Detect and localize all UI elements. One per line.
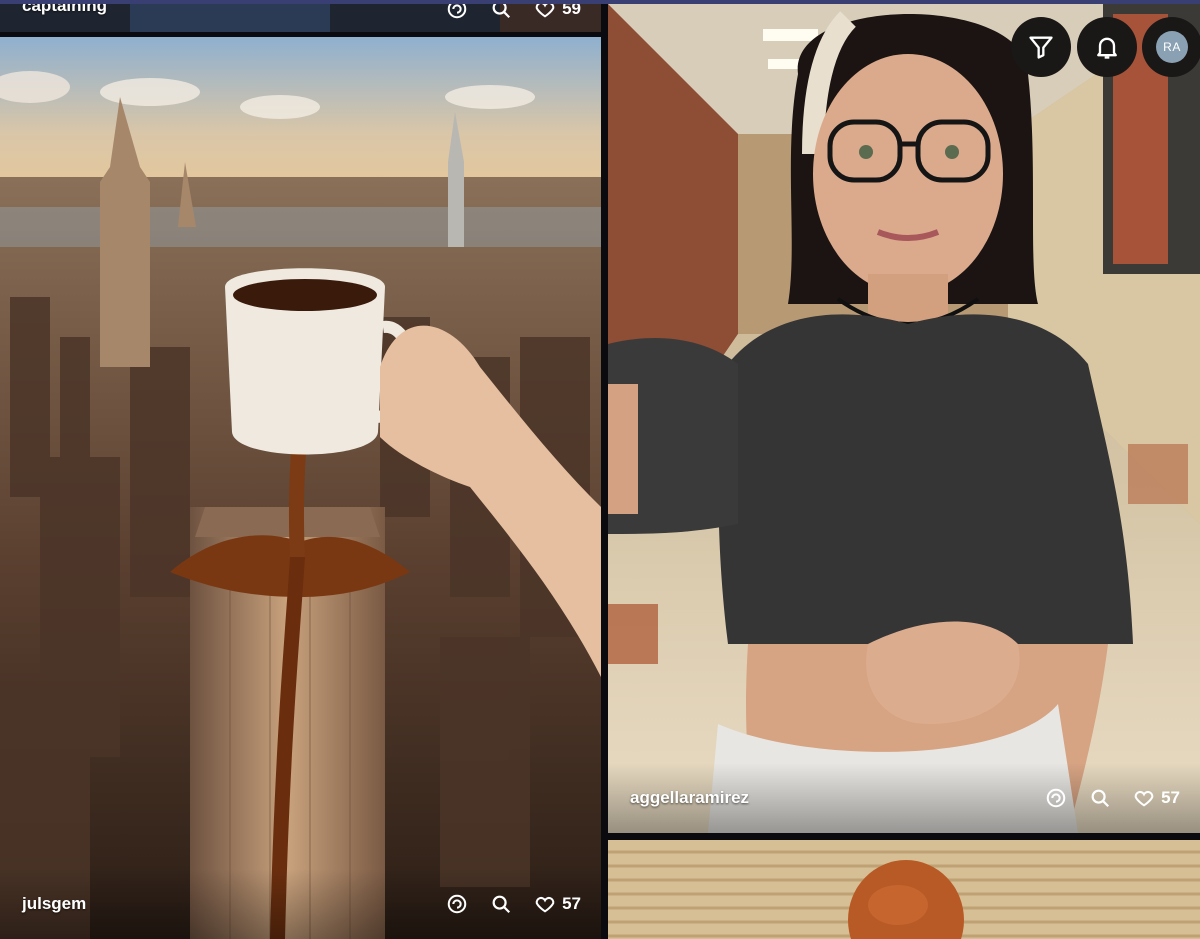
like-count: 59 bbox=[562, 4, 581, 18]
remix-button[interactable] bbox=[446, 893, 468, 915]
post-actions: 59 bbox=[446, 4, 581, 20]
post-image bbox=[608, 4, 1200, 833]
search-icon bbox=[492, 4, 511, 19]
user-avatar-button[interactable]: RA bbox=[1142, 17, 1200, 77]
avatar-initials: RA bbox=[1163, 40, 1181, 54]
like-count: 57 bbox=[1161, 788, 1180, 807]
search-button[interactable] bbox=[490, 893, 512, 915]
notifications-button[interactable] bbox=[1077, 17, 1137, 77]
post-actions: 57 bbox=[1045, 787, 1180, 809]
avatar: RA bbox=[1156, 31, 1188, 63]
like-button[interactable]: 57 bbox=[1133, 787, 1180, 809]
remix-icon bbox=[447, 4, 467, 19]
filter-icon bbox=[1029, 36, 1053, 59]
post-image bbox=[608, 840, 1200, 939]
remix-button[interactable] bbox=[1045, 787, 1067, 809]
username[interactable]: captaining bbox=[22, 4, 107, 16]
search-button[interactable] bbox=[490, 4, 512, 20]
heart-icon bbox=[535, 896, 555, 913]
bell-icon bbox=[1097, 37, 1117, 59]
like-button[interactable]: 59 bbox=[534, 4, 581, 20]
search-icon bbox=[1091, 789, 1110, 808]
remix-icon bbox=[447, 894, 467, 914]
post-footer: aggellaramirez 57 bbox=[608, 763, 1200, 833]
search-button[interactable] bbox=[1089, 787, 1111, 809]
like-count: 57 bbox=[562, 894, 581, 913]
post-card-top-partial[interactable]: captaining 59 bbox=[0, 4, 601, 32]
search-icon bbox=[492, 895, 511, 914]
filter-button[interactable] bbox=[1011, 17, 1071, 77]
post-card-bottom-partial[interactable] bbox=[608, 840, 1200, 939]
post-card-aggellaramirez[interactable]: aggellaramirez 57 bbox=[608, 4, 1200, 833]
remix-button[interactable] bbox=[446, 4, 468, 20]
remix-icon bbox=[1046, 788, 1066, 808]
post-card-julsgem[interactable]: julsgem 57 bbox=[0, 37, 601, 939]
username[interactable]: aggellaramirez bbox=[630, 788, 749, 808]
post-actions: 57 bbox=[446, 893, 581, 915]
post-footer: julsgem 57 bbox=[0, 869, 601, 939]
heart-icon bbox=[1134, 790, 1154, 807]
heart-icon bbox=[535, 4, 555, 18]
like-button[interactable]: 57 bbox=[534, 893, 581, 915]
username[interactable]: julsgem bbox=[22, 894, 86, 914]
post-image bbox=[0, 37, 601, 939]
